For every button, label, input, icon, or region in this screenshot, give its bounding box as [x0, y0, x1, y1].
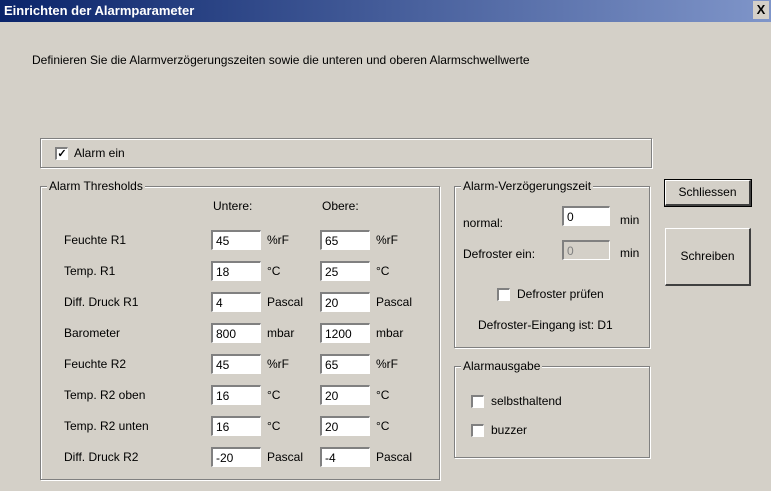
window-title: Einrichten der Alarmparameter [4, 3, 195, 18]
upper-threshold-input[interactable]: 20 [320, 385, 370, 405]
upper-unit: Pascal [376, 450, 413, 464]
upper-unit: °C [376, 388, 390, 402]
lower-unit: %rF [267, 357, 289, 371]
thresholds-legend: Alarm Thresholds [47, 179, 145, 193]
upper-threshold-input[interactable]: 25 [320, 261, 370, 281]
selbsthaltend-label: selbsthaltend [491, 394, 562, 408]
delay-defroster-unit: min [620, 246, 640, 260]
lower-unit: Pascal [267, 450, 304, 464]
close-button[interactable]: Schliessen [664, 179, 752, 207]
upper-unit: %rF [376, 233, 398, 247]
lower-threshold-input[interactable]: 16 [211, 385, 261, 405]
upper-threshold-input[interactable]: 65 [320, 230, 370, 250]
threshold-row-label: Feuchte R2 [64, 357, 127, 371]
upper-threshold-input[interactable]: -4 [320, 447, 370, 467]
alarm-enable-checkbox[interactable]: ✓ [55, 147, 68, 160]
lower-unit: %rF [267, 233, 289, 247]
write-button[interactable]: Schreiben [665, 228, 751, 286]
defroster-check-label: Defroster prüfen [517, 287, 604, 301]
upper-threshold-input[interactable]: 65 [320, 354, 370, 374]
defroster-input-text: Defroster-Eingang ist: D1 [478, 318, 613, 332]
threshold-row-label: Diff. Druck R1 [64, 295, 139, 309]
output-group: Alarmausgabe [454, 359, 650, 458]
lower-threshold-input[interactable]: 16 [211, 416, 261, 436]
lower-threshold-input[interactable]: 4 [211, 292, 261, 312]
description-text: Definieren Sie die Alarmverzögerungszeit… [32, 53, 530, 67]
threshold-row-label: Temp. R1 [64, 264, 116, 278]
selbsthaltend-checkbox[interactable] [471, 395, 484, 408]
delay-normal-label: normal: [463, 216, 504, 230]
upper-unit: mbar [376, 326, 404, 340]
alarm-enable-label: Alarm ein [74, 146, 125, 160]
delay-defroster-input[interactable]: 0 [562, 240, 610, 260]
col-header-lower: Untere: [213, 199, 253, 213]
upper-unit: °C [376, 419, 390, 433]
threshold-row-label: Temp. R2 unten [64, 419, 149, 433]
upper-unit: Pascal [376, 295, 413, 309]
lower-threshold-input[interactable]: -20 [211, 447, 261, 467]
threshold-row-label: Feuchte R1 [64, 233, 127, 247]
buzzer-label: buzzer [491, 423, 528, 437]
threshold-row-label: Diff. Druck R2 [64, 450, 139, 464]
threshold-row-label: Temp. R2 oben [64, 388, 146, 402]
alarm-enable-box: ✓ Alarm ein [40, 138, 652, 168]
lower-unit: °C [267, 388, 281, 402]
lower-threshold-input[interactable]: 800 [211, 323, 261, 343]
lower-unit: mbar [267, 326, 295, 340]
upper-threshold-input[interactable]: 1200 [320, 323, 370, 343]
lower-threshold-input[interactable]: 45 [211, 230, 261, 250]
title-bar: Einrichten der Alarmparameter X [0, 0, 771, 22]
delay-normal-input[interactable]: 0 [562, 206, 610, 226]
lower-threshold-input[interactable]: 45 [211, 354, 261, 374]
col-header-upper: Obere: [322, 199, 359, 213]
upper-unit: %rF [376, 357, 398, 371]
delay-normal-unit: min [620, 213, 640, 227]
buzzer-checkbox[interactable] [471, 424, 484, 437]
threshold-row-label: Barometer [64, 326, 121, 340]
delay-defroster-label: Defroster ein: [463, 247, 536, 261]
check-icon: ✓ [57, 148, 67, 160]
lower-unit: °C [267, 419, 281, 433]
upper-threshold-input[interactable]: 20 [320, 416, 370, 436]
lower-threshold-input[interactable]: 18 [211, 261, 261, 281]
output-legend: Alarmausgabe [461, 359, 543, 373]
lower-unit: °C [267, 264, 281, 278]
upper-unit: °C [376, 264, 390, 278]
defroster-check-checkbox[interactable] [497, 288, 510, 301]
close-icon[interactable]: X [753, 1, 769, 19]
lower-unit: Pascal [267, 295, 304, 309]
upper-threshold-input[interactable]: 20 [320, 292, 370, 312]
delay-legend: Alarm-Verzögerungszeit [461, 179, 594, 193]
